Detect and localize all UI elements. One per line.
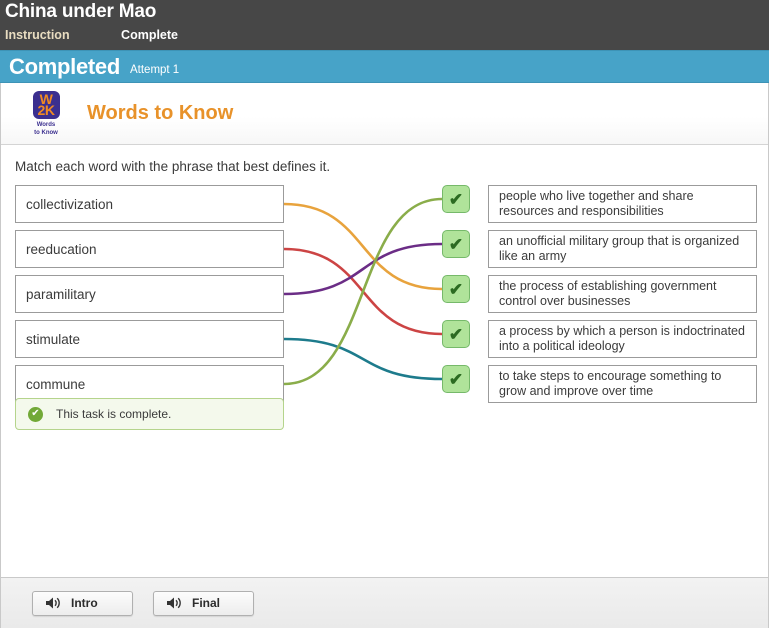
correct-check-icon: ✔: [442, 365, 470, 393]
term-label: collectivization: [26, 196, 114, 212]
speaker-icon: [45, 596, 62, 610]
page-frame: W 2K Words to Know Words to Know Match e…: [0, 83, 769, 577]
term-label: reeducation: [26, 241, 97, 257]
definition-label: to take steps to encourage something to …: [499, 369, 722, 398]
footer-bar: Intro Final: [0, 577, 769, 628]
top-header: China under Mao Instruction Complete: [0, 0, 769, 50]
term-box[interactable]: stimulate: [15, 320, 284, 358]
term-box[interactable]: collectivization: [15, 185, 284, 223]
intro-audio-label: Intro: [71, 596, 98, 610]
connector-line: [282, 337, 444, 381]
definition-box[interactable]: to take steps to encourage something to …: [488, 365, 757, 403]
definition-box[interactable]: an unofficial military group that is org…: [488, 230, 757, 268]
definition-label: people who live together and share resou…: [499, 189, 694, 218]
correct-check-icon: ✔: [442, 185, 470, 213]
prompt-text: Match each word with the phrase that bes…: [15, 159, 331, 174]
activity-title: Words to Know: [87, 102, 234, 124]
definition-label: an unofficial military group that is org…: [499, 234, 740, 263]
definition-column: people who live together and share resou…: [488, 185, 757, 410]
correct-check-icon: ✔: [442, 320, 470, 348]
activity-header: W 2K Words to Know Words to Know: [1, 83, 768, 145]
course-title: China under Mao: [5, 1, 157, 22]
w2k-badge-line2: 2K: [37, 101, 55, 118]
term-label: stimulate: [26, 331, 81, 347]
check-circle-icon: ✔: [28, 406, 43, 422]
connector-line: [282, 247, 444, 336]
term-label: commune: [26, 376, 86, 392]
completion-notice: ✔ This task is complete.: [15, 398, 284, 430]
breadcrumb: Instruction Complete: [0, 23, 769, 42]
status-banner: Completed Attempt 1: [0, 50, 769, 83]
correct-check-icon: ✔: [442, 230, 470, 258]
content-body: Match each word with the phrase that bes…: [1, 145, 768, 577]
w2k-logo-caption: Words to Know: [34, 121, 58, 137]
completion-text: This task is complete.: [56, 407, 172, 421]
breadcrumb-item-instruction[interactable]: Instruction: [5, 28, 70, 42]
matching-exercise: collectivization reeducation paramilitar…: [1, 185, 768, 405]
speaker-icon: [166, 596, 183, 610]
connector-line: [282, 197, 444, 386]
term-column: collectivization reeducation paramilitar…: [15, 185, 284, 410]
check-column: ✔ ✔ ✔ ✔ ✔: [442, 185, 472, 410]
definition-label: the process of establishing government c…: [499, 279, 717, 308]
term-box[interactable]: paramilitary: [15, 275, 284, 313]
term-label: paramilitary: [26, 286, 96, 302]
final-audio-button[interactable]: Final: [153, 590, 254, 616]
definition-box[interactable]: the process of establishing government c…: [488, 275, 757, 313]
words-to-know-logo: W 2K Words to Know: [28, 90, 64, 137]
definition-box[interactable]: a process by which a person is indoctrin…: [488, 320, 757, 358]
term-box[interactable]: reeducation: [15, 230, 284, 268]
intro-audio-button[interactable]: Intro: [32, 590, 133, 616]
w2k-badge-icon: W 2K: [32, 90, 60, 119]
connector-line: [282, 202, 444, 291]
connector-line: [282, 242, 444, 296]
breadcrumb-item-complete[interactable]: Complete: [121, 28, 178, 42]
definition-label: a process by which a person is indoctrin…: [499, 324, 745, 353]
w2k-logo-caption-line2: to Know: [34, 129, 58, 136]
final-audio-label: Final: [192, 596, 221, 610]
correct-check-icon: ✔: [442, 275, 470, 303]
definition-box[interactable]: people who live together and share resou…: [488, 185, 757, 223]
status-attempt: Attempt 1: [129, 63, 180, 76]
w2k-logo-caption-line1: Words: [36, 121, 56, 128]
status-label: Completed: [9, 53, 120, 79]
